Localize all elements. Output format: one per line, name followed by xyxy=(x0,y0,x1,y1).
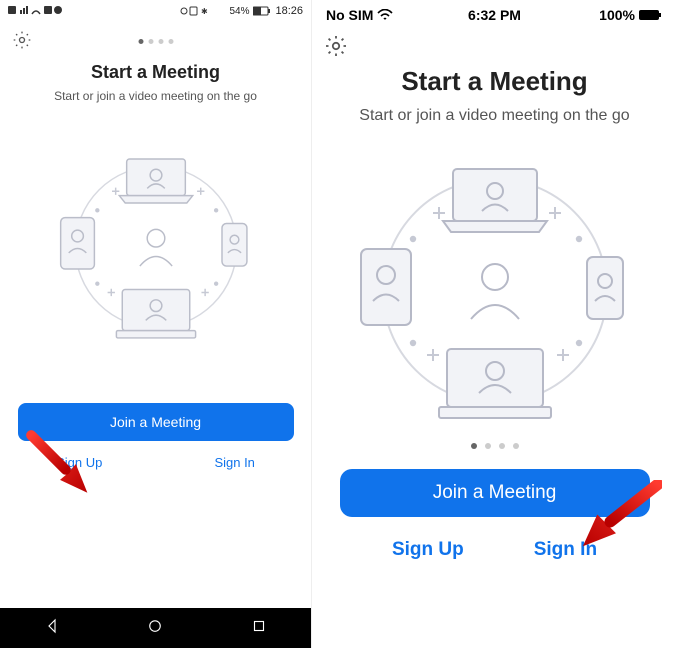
sign-in-link[interactable]: Sign In xyxy=(534,539,597,561)
battery-percentage: 100% xyxy=(599,7,635,23)
page-subtitle: Start or join a video meeting on the go xyxy=(0,89,311,103)
nav-home-icon[interactable] xyxy=(146,617,164,640)
gear-icon[interactable] xyxy=(324,34,346,56)
join-meeting-button[interactable]: Join a Meeting xyxy=(340,469,650,517)
android-nav-bar xyxy=(0,608,311,648)
page-indicator-bottom xyxy=(312,443,677,449)
battery-percentage: 54% xyxy=(229,6,249,17)
android-screen: ✱ 54% 18:26 Start a Meeting Start or joi… xyxy=(0,0,312,648)
page-subtitle: Start or join a video meeting on the go xyxy=(312,105,677,127)
sign-up-link[interactable]: Sign Up xyxy=(56,455,102,470)
wifi-icon xyxy=(377,9,393,21)
page-indicator-top xyxy=(138,39,173,44)
status-time: 6:32 PM xyxy=(468,7,521,23)
meeting-illustration xyxy=(345,141,645,441)
page-title: Start a Meeting xyxy=(0,62,311,83)
android-status-bar: ✱ 54% 18:26 xyxy=(0,0,311,22)
nav-recent-icon[interactable] xyxy=(250,617,268,640)
status-icons-left xyxy=(8,5,68,18)
battery-icon xyxy=(253,6,271,16)
gear-icon[interactable] xyxy=(12,30,34,52)
meeting-illustration xyxy=(46,137,266,357)
ios-screen: No SIM 6:32 PM 100% Start a Meeting Star… xyxy=(312,0,677,648)
page-title: Start a Meeting xyxy=(312,66,677,97)
join-meeting-button[interactable]: Join a Meeting xyxy=(18,403,294,441)
status-icons-right: ✱ 54% 18:26 xyxy=(179,5,303,17)
sign-up-link[interactable]: Sign Up xyxy=(392,539,464,561)
carrier-label: No SIM xyxy=(326,7,373,23)
sign-in-link[interactable]: Sign In xyxy=(214,455,254,470)
battery-icon xyxy=(639,9,663,21)
ios-status-bar: No SIM 6:32 PM 100% xyxy=(312,0,677,26)
svg-text:✱: ✱ xyxy=(201,7,208,16)
status-time: 18:26 xyxy=(275,5,303,17)
nav-back-icon[interactable] xyxy=(43,617,61,640)
